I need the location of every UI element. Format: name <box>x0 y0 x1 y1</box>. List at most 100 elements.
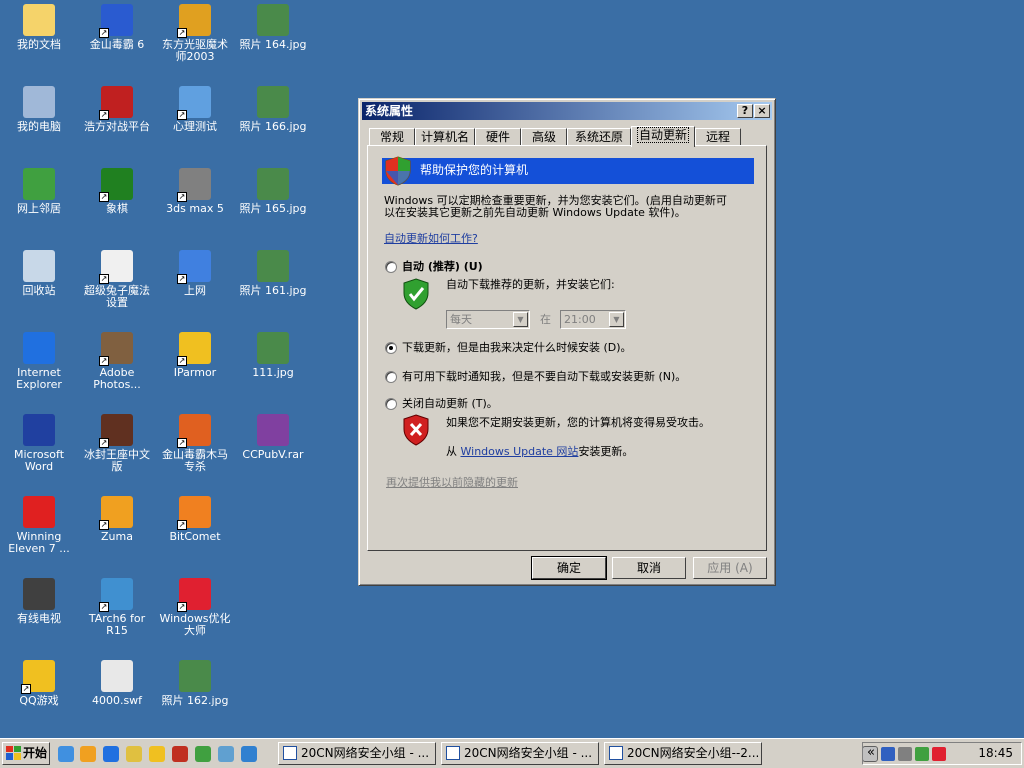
ie-window-icon <box>283 746 297 760</box>
shortcut-arrow-icon: ↗ <box>99 274 109 284</box>
desktop-icon-label: 金山毒霸 6 <box>89 38 145 51</box>
desktop-icon[interactable]: ↗ 3ds max 5 <box>156 168 234 215</box>
tab-computer-name[interactable]: 计算机名 <box>415 128 475 146</box>
desktop-icon[interactable]: 我的文档 <box>0 4 78 51</box>
taskbar-window-1[interactable]: 20CN网络安全小组 - ... <box>278 742 436 765</box>
windows-update-link[interactable]: Windows Update 网站 <box>461 445 579 458</box>
radio-notify-label[interactable]: 有可用下载时通知我，但是不要自动下载或安装更新 (N)。 <box>402 370 686 383</box>
desktop-icon[interactable]: 照片 162.jpg <box>156 660 234 707</box>
help-button[interactable]: ? <box>737 104 753 118</box>
desktop-icon[interactable]: Internet Explorer <box>0 332 78 391</box>
network-icon[interactable] <box>881 747 895 761</box>
desktop-icon[interactable]: 照片 164.jpg <box>234 4 312 51</box>
quicklaunch-qq-icon[interactable] <box>149 746 165 762</box>
desktop-icon[interactable]: ↗ BitComet <box>156 496 234 543</box>
tab-advanced[interactable]: 高级 <box>521 128 567 146</box>
cancel-button[interactable]: 取消 <box>612 557 686 579</box>
desktop-icon[interactable]: 111.jpg <box>234 332 312 379</box>
desktop-icon[interactable]: ↗ 冰封王座中文版 <box>78 414 156 473</box>
quicklaunch-chat-icon[interactable] <box>218 746 234 762</box>
taskbar-window-2[interactable]: 20CN网络安全小组 - ... <box>441 742 599 765</box>
desktop-icon[interactable]: 照片 161.jpg <box>234 250 312 297</box>
quicklaunch-media-icon[interactable] <box>58 746 74 762</box>
desktop-icon[interactable]: 4000.swf <box>78 660 156 707</box>
radio-download[interactable] <box>385 342 397 354</box>
desktop-app-icon <box>23 168 55 200</box>
desktop-icon-label: 网上邻居 <box>17 202 61 215</box>
desktop-icon-label: Zuma <box>101 530 133 543</box>
volume-icon[interactable] <box>898 747 912 761</box>
tab-automatic-updates[interactable]: 自动更新 <box>631 126 695 147</box>
desktop-icon[interactable]: Winning Eleven 7 ... <box>0 496 78 555</box>
desktop-icon[interactable]: 照片 166.jpg <box>234 86 312 133</box>
radio-download-label[interactable]: 下载更新，但是由我来决定什么时候安装 (D)。 <box>402 341 632 354</box>
desktop-icon[interactable]: ↗ Adobe Photos... <box>78 332 156 391</box>
desktop-icon[interactable]: ↗ 上网 <box>156 250 234 297</box>
security-shield-icon <box>385 156 411 186</box>
windows-logo-icon <box>6 746 21 760</box>
desktop-icon[interactable]: ↗ 金山毒霸木马专杀 <box>156 414 234 473</box>
tray-expand-arrow[interactable]: « <box>867 745 875 760</box>
desktop-icon[interactable]: ↗ 心理测试 <box>156 86 234 133</box>
desktop-icon[interactable]: ↗ 东方光驱魔术师2003 <box>156 4 234 63</box>
tab-system-restore[interactable]: 系统还原 <box>567 128 631 146</box>
radio-off[interactable] <box>385 398 397 410</box>
shortcut-arrow-icon: ↗ <box>99 110 109 120</box>
antivirus-icon[interactable] <box>932 747 946 761</box>
how-it-works-link[interactable]: 自动更新如何工作? <box>384 232 478 245</box>
red-x-shield-icon <box>403 414 429 446</box>
desktop-icon[interactable]: ↗ Zuma <box>78 496 156 543</box>
desktop-icon[interactable]: 我的电脑 <box>0 86 78 133</box>
time-select[interactable]: 21:00 ▼ <box>560 310 626 329</box>
quicklaunch-pencil-icon[interactable] <box>126 746 142 762</box>
title-bar[interactable]: 系统属性 ? × <box>362 102 772 120</box>
shortcut-arrow-icon: ↗ <box>99 28 109 38</box>
start-button[interactable]: 开始 <box>2 742 50 765</box>
desktop-icon[interactable]: 照片 165.jpg <box>234 168 312 215</box>
desktop-icon[interactable]: 有线电视 <box>0 578 78 625</box>
desktop-app-icon: ↗ <box>99 414 133 448</box>
day-select-value: 每天 <box>450 313 472 326</box>
desktop-icon[interactable]: 回收站 <box>0 250 78 297</box>
shortcut-arrow-icon: ↗ <box>99 438 109 448</box>
desktop-icon[interactable]: ↗ Windows优化大师 <box>156 578 234 637</box>
desktop-icon-label: 照片 162.jpg <box>161 694 229 707</box>
desktop-icon-label: 超级兔子魔法设置 <box>84 284 150 309</box>
ok-button[interactable]: 确定 <box>531 556 607 580</box>
tab-general[interactable]: 常规 <box>369 128 415 146</box>
desktop-icon[interactable]: ↗ 浩方对战平台 <box>78 86 156 133</box>
desktop-app-icon: ↗ <box>99 250 133 284</box>
radio-notify[interactable] <box>385 371 397 383</box>
hidden-updates-link[interactable]: 再次提供我以前隐藏的更新 <box>386 476 518 489</box>
desktop-icon[interactable]: ↗ 象棋 <box>78 168 156 215</box>
quicklaunch-desktop-icon[interactable] <box>241 746 257 762</box>
quicklaunch-tool-icon[interactable] <box>195 746 211 762</box>
desktop-icon-label: 3ds max 5 <box>166 202 224 215</box>
desktop-icon[interactable]: ↗ 超级兔子魔法设置 <box>78 250 156 309</box>
radio-auto-label[interactable]: 自动 (推荐) (U) <box>402 260 483 273</box>
tab-hardware[interactable]: 硬件 <box>475 128 521 146</box>
desktop-icon[interactable]: ↗ TArch6 for R15 <box>78 578 156 637</box>
desktop-icon[interactable]: 网上邻居 <box>0 168 78 215</box>
install-from-line: 从 Windows Update 网站安装更新。 <box>446 445 633 458</box>
desktop-icon[interactable]: Microsoft Word <box>0 414 78 473</box>
quicklaunch-app-icon[interactable] <box>172 746 188 762</box>
tab-remote[interactable]: 远程 <box>695 128 741 146</box>
desktop-icon[interactable]: ↗ 金山毒霸 6 <box>78 4 156 51</box>
desktop-icon[interactable]: CCPubV.rar <box>234 414 312 461</box>
day-select[interactable]: 每天 ▼ <box>446 310 530 329</box>
desktop-app-icon: ↗ <box>99 578 133 612</box>
quicklaunch-player-icon[interactable] <box>80 746 96 762</box>
desktop-icon-label: 上网 <box>184 284 206 297</box>
desktop-icon-label: 心理测试 <box>173 120 217 133</box>
radio-off-label[interactable]: 关闭自动更新 (T)。 <box>402 397 498 410</box>
protect-banner: 帮助保护您的计算机 <box>382 156 754 186</box>
desktop-icon[interactable]: ↗ IParmor <box>156 332 234 379</box>
quicklaunch-ie-icon[interactable] <box>103 746 119 762</box>
tray-app-icon[interactable] <box>915 747 929 761</box>
apply-button[interactable]: 应用 (A) <box>693 557 767 579</box>
desktop-icon[interactable]: ↗ QQ游戏 <box>0 660 78 707</box>
radio-auto[interactable] <box>385 261 397 273</box>
taskbar-window-3[interactable]: 20CN网络安全小组--2... <box>604 742 762 765</box>
close-button[interactable]: × <box>754 104 770 118</box>
